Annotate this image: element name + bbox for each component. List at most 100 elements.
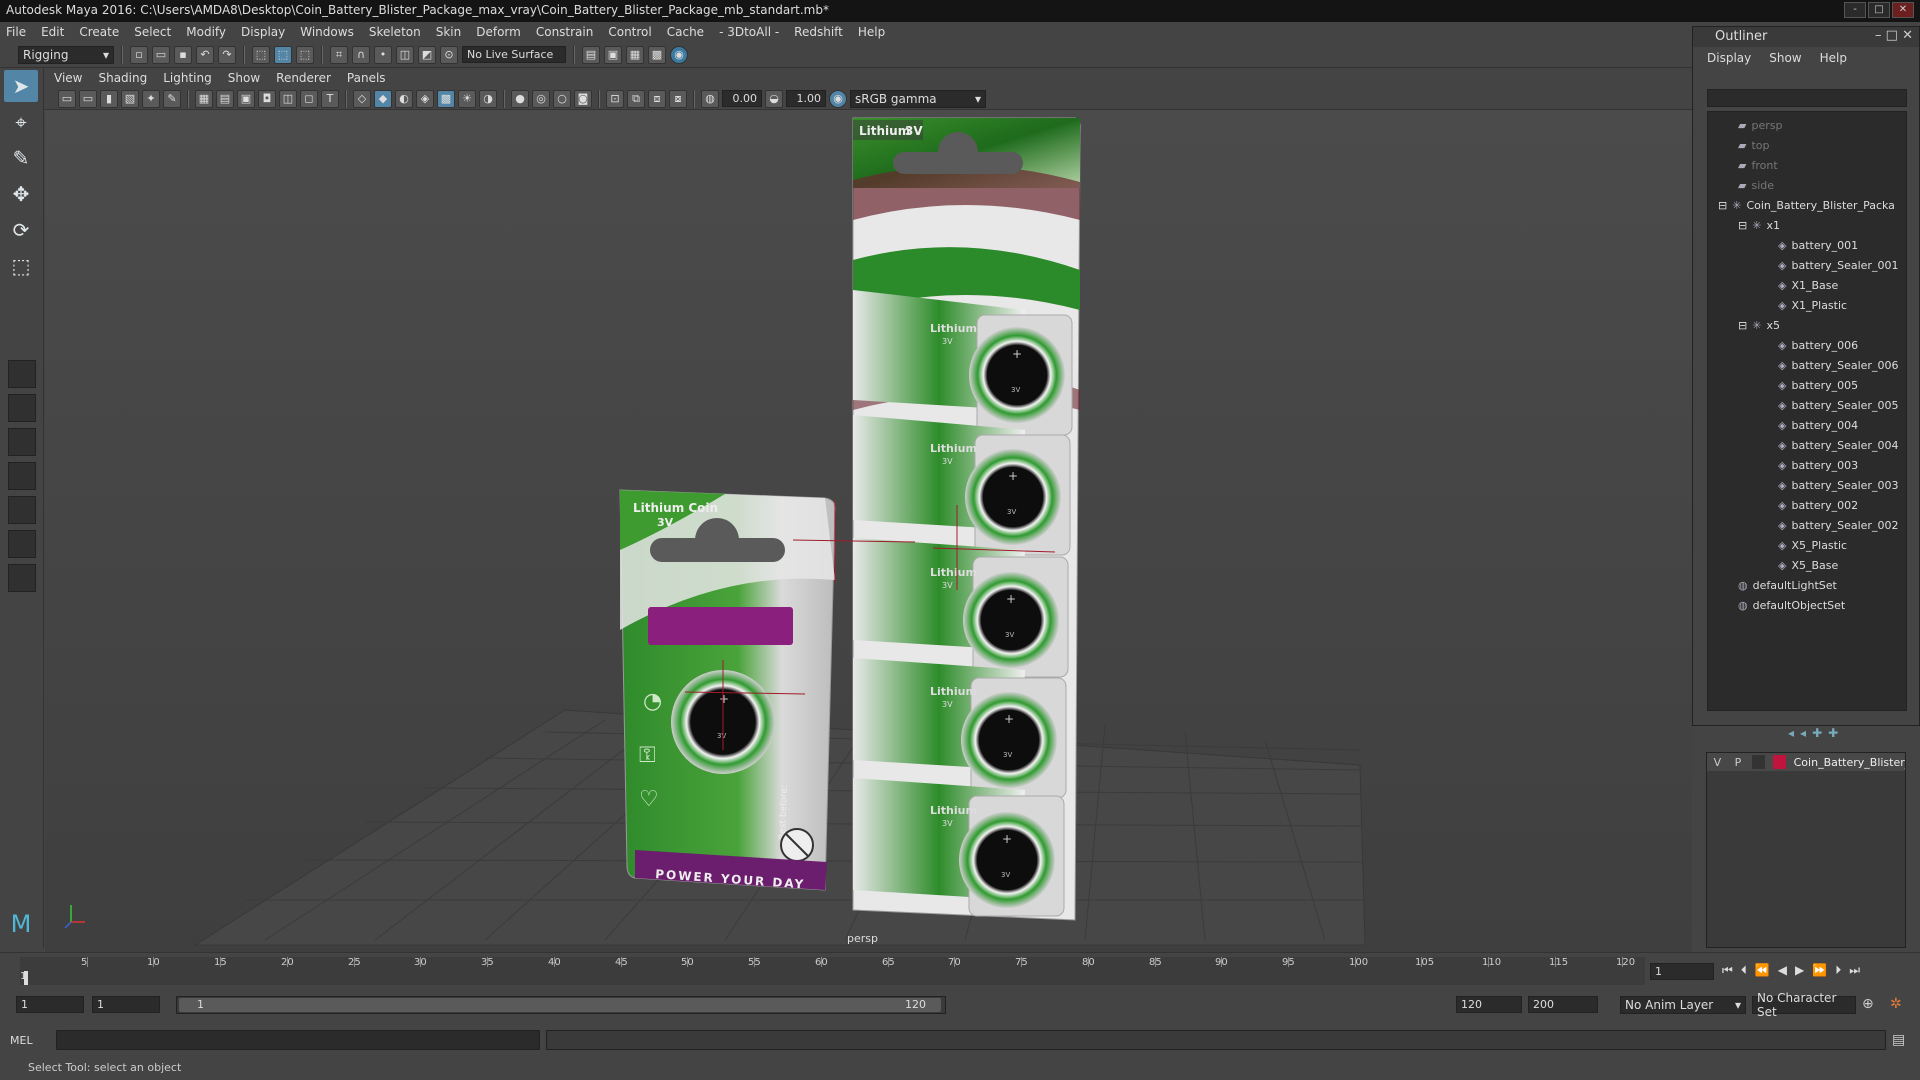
- outliner-item[interactable]: ⊟ ✳ Coin_Battery_Blister_Packa: [1718, 196, 1895, 214]
- redo-icon[interactable]: ↷: [218, 45, 236, 64]
- five-blister-pack[interactable]: Lithium 3V + 3V Lithium 3V + 3V Lithium …: [852, 117, 1081, 921]
- image-plane-icon[interactable]: ▧: [121, 89, 139, 108]
- outliner-item[interactable]: ◈ battery_005: [1778, 376, 1858, 394]
- exposure-icon[interactable]: ◍: [701, 89, 719, 108]
- collapse-toggle-icon[interactable]: ⊟: [1738, 319, 1747, 332]
- ambient-occlusion-icon[interactable]: ●: [511, 89, 529, 108]
- outliner-item[interactable]: ▰ side: [1738, 176, 1774, 194]
- new-scene-icon[interactable]: ▫: [130, 45, 148, 64]
- safe-title-icon[interactable]: T: [321, 89, 339, 108]
- depth-of-field-icon[interactable]: ◙: [574, 89, 592, 108]
- shadows-icon[interactable]: ◑: [479, 89, 497, 108]
- safe-action-icon[interactable]: ◻: [300, 89, 318, 108]
- gamma-icon[interactable]: ◒: [765, 89, 783, 108]
- range-slider[interactable]: 1 120: [176, 996, 946, 1014]
- snap-view-icon[interactable]: ◫: [396, 45, 414, 64]
- menu-skin[interactable]: Skin: [436, 25, 462, 39]
- play-back-icon[interactable]: ◀: [1778, 963, 1787, 978]
- outliner-menu-display[interactable]: Display: [1707, 51, 1751, 65]
- hypershade-icon[interactable]: ◉: [670, 45, 688, 64]
- outliner-search-input[interactable]: [1707, 89, 1907, 107]
- scale-tool-icon[interactable]: ⬚: [4, 250, 38, 282]
- outliner-item[interactable]: ◈ X5_Base: [1778, 556, 1838, 574]
- menu-file[interactable]: File: [6, 25, 26, 39]
- outliner-item[interactable]: ◈ battery_Sealer_001: [1778, 256, 1898, 274]
- outliner-item[interactable]: ◈ battery_004: [1778, 416, 1858, 434]
- xray-joints-icon[interactable]: ⧈: [648, 89, 666, 108]
- new-layer-selected-icon[interactable]: ✚: [1828, 726, 1838, 740]
- menu-skeleton[interactable]: Skeleton: [369, 25, 421, 39]
- xray-components-icon[interactable]: ⧇: [669, 89, 687, 108]
- anti-aliasing-icon[interactable]: ○: [553, 89, 571, 108]
- outliner-item[interactable]: ⊟ ✳ x1: [1738, 216, 1780, 234]
- step-back-icon[interactable]: ⏴: [1741, 963, 1747, 978]
- outliner-menu-show[interactable]: Show: [1769, 51, 1801, 65]
- textured-icon[interactable]: ▩: [437, 89, 455, 108]
- select-tool-icon[interactable]: ➤: [4, 70, 38, 102]
- outliner-item[interactable]: ◈ battery_001: [1778, 236, 1858, 254]
- gate-mask-icon[interactable]: ◘: [258, 89, 276, 108]
- layout-four-icon[interactable]: [8, 394, 36, 422]
- menu-edit[interactable]: Edit: [41, 25, 64, 39]
- current-frame-field[interactable]: 1: [1650, 963, 1714, 980]
- render-settings-icon[interactable]: ▤: [582, 45, 600, 64]
- script-language-toggle[interactable]: MEL: [10, 1034, 50, 1047]
- save-scene-icon[interactable]: ▪: [174, 45, 192, 64]
- preferences-icon[interactable]: ✲: [1890, 996, 1902, 1012]
- menu-windows[interactable]: Windows: [300, 25, 354, 39]
- time-slider[interactable]: 5 10 15 20 25 30 35 40 45 50 55 60 65 70 75 80 85 90 95 100…: [0, 952, 1920, 990]
- maximize-button[interactable]: □: [1868, 2, 1890, 18]
- panel-menu-show[interactable]: Show: [228, 71, 260, 85]
- 2d-pan-zoom-icon[interactable]: ✦: [142, 89, 160, 108]
- menu-control[interactable]: Control: [608, 25, 651, 39]
- layer-visible-toggle[interactable]: V: [1711, 756, 1724, 769]
- outliner-item[interactable]: ◈ battery_006: [1778, 336, 1858, 354]
- select-hierarchy-icon[interactable]: ⬚: [252, 45, 270, 64]
- outliner-item[interactable]: ◈ battery_Sealer_006: [1778, 356, 1898, 374]
- paint-select-tool-icon[interactable]: ✎: [4, 142, 38, 174]
- panel-menu-view[interactable]: View: [54, 71, 82, 85]
- layer-type-box[interactable]: [1752, 755, 1765, 769]
- xray-icon[interactable]: ⧉: [627, 89, 645, 108]
- menu-redshift[interactable]: Redshift: [794, 25, 843, 39]
- panel-menu-lighting[interactable]: Lighting: [163, 71, 212, 85]
- minimize-button[interactable]: -: [1844, 2, 1866, 18]
- close-button[interactable]: ✕: [1892, 2, 1914, 18]
- layout-two-icon[interactable]: [8, 428, 36, 456]
- view-transform-dropdown[interactable]: sRGB gamma ▾: [850, 89, 986, 108]
- smooth-shade-icon[interactable]: ◆: [374, 89, 392, 108]
- time-ruler[interactable]: 5 10 15 20 25 30 35 40 45 50 55 60 65 70 75 80 85 90 95 100…: [20, 957, 1645, 985]
- outliner-item[interactable]: ▰ top: [1738, 136, 1770, 154]
- outliner-item[interactable]: ◈ battery_Sealer_003: [1778, 476, 1898, 494]
- bookmark-icon[interactable]: ▮: [100, 89, 118, 108]
- animation-end-field[interactable]: 200: [1528, 996, 1598, 1013]
- outliner-tree[interactable]: ▰ persp ▰ top ▰ front ▰ side ⊟ ✳ Coin_Battery_Blis…: [1707, 111, 1907, 711]
- anim-layer-dropdown[interactable]: No Anim Layer ▾: [1620, 996, 1746, 1014]
- animation-start-field[interactable]: 1: [16, 996, 84, 1013]
- field-chart-icon[interactable]: ◫: [279, 89, 297, 108]
- snap-grid-icon[interactable]: ⌗: [330, 45, 348, 64]
- new-layer-icon[interactable]: ✚: [1812, 726, 1822, 740]
- exposure-field[interactable]: 0.00: [722, 90, 762, 107]
- menu-3dtoall[interactable]: - 3DtoAll -: [719, 25, 779, 39]
- undo-icon[interactable]: ↶: [196, 45, 214, 64]
- menu-cache[interactable]: Cache: [667, 25, 704, 39]
- use-all-lights-icon[interactable]: ☀: [458, 89, 476, 108]
- rotate-tool-icon[interactable]: ⟳: [4, 214, 38, 246]
- outliner-item[interactable]: ◈ battery_Sealer_002: [1778, 516, 1898, 534]
- command-input[interactable]: [56, 1030, 540, 1050]
- motion-blur-icon[interactable]: ◎: [532, 89, 550, 108]
- collapse-toggle-icon[interactable]: ⊟: [1718, 199, 1727, 212]
- perspective-viewport[interactable]: Lithium Coin 3V + 3V ◔ ⚿ ♡ Best before: …: [45, 110, 1692, 952]
- step-forward-icon[interactable]: ⏵: [1835, 963, 1841, 978]
- menu-modify[interactable]: Modify: [186, 25, 226, 39]
- camera-select-icon[interactable]: ▭: [58, 89, 76, 108]
- layer-row[interactable]: V P Coin_Battery_Blister_P: [1707, 753, 1905, 771]
- move-layer-down-icon[interactable]: ◂: [1800, 726, 1806, 740]
- panel-menu-shading[interactable]: Shading: [98, 71, 147, 85]
- open-scene-icon[interactable]: ▭: [152, 45, 170, 64]
- make-live-icon[interactable]: ⊙: [440, 45, 458, 64]
- outliner-item[interactable]: ◍ defaultLightSet: [1738, 576, 1837, 594]
- menu-deform[interactable]: Deform: [476, 25, 521, 39]
- outliner-item[interactable]: ▰ front: [1738, 156, 1778, 174]
